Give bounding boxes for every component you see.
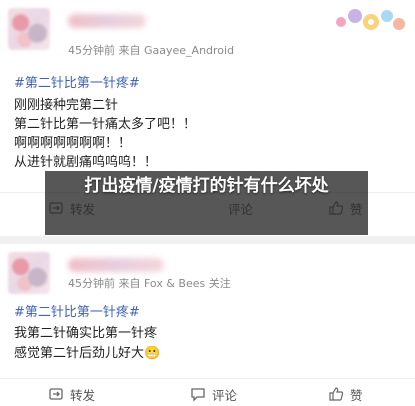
hashtag[interactable]: #第二针比第一针疼# <box>14 301 140 320</box>
post-text-line: 感觉第二针后劲儿好大😬 <box>14 346 161 361</box>
username-blurred[interactable] <box>68 258 164 272</box>
post-card-2: 45分钟前 来自 Fox & Bees 关注 #第二针比第一针疼# 我第二针确实… <box>0 244 415 406</box>
separator <box>0 236 415 244</box>
overlay-title: 打出疫情/疫情打的针有什么坏处 <box>84 176 329 196</box>
comment-button[interactable]: 评论 <box>190 379 237 406</box>
post-text-line: 啊啊啊啊啊啊啊！！ <box>14 136 132 151</box>
like-button[interactable]: 赞 <box>328 379 363 406</box>
like-icon <box>329 387 344 401</box>
comment-label: 评论 <box>212 387 238 403</box>
repost-label: 转发 <box>70 387 96 403</box>
comment-icon <box>191 388 205 402</box>
username-blurred[interactable] <box>68 14 146 28</box>
avatar[interactable] <box>8 8 50 50</box>
post-text-line: 我第二针确实比第一针疼 <box>14 326 158 341</box>
post-meta: 45分钟前 来自 Fox & Bees 关注 <box>68 277 231 290</box>
post-meta: 45分钟前 来自 Gaayee_Android <box>68 44 235 57</box>
repost-button[interactable]: 转发 <box>48 379 95 406</box>
avatar[interactable] <box>8 252 50 294</box>
sticker-icon <box>336 9 405 30</box>
post-text-line: 第二针比第一针痛太多了吧！！ <box>14 117 197 132</box>
post-text-line: 从进针就剧痛呜呜呜！！ <box>14 155 158 170</box>
post-text-line: 刚刚接种完第二针 <box>14 98 119 113</box>
action-bar: 转发 评论 赞 <box>0 378 415 406</box>
hashtag[interactable]: #第二针比第一针疼# <box>14 72 140 91</box>
repost-icon <box>49 388 63 400</box>
like-label: 赞 <box>350 387 363 403</box>
